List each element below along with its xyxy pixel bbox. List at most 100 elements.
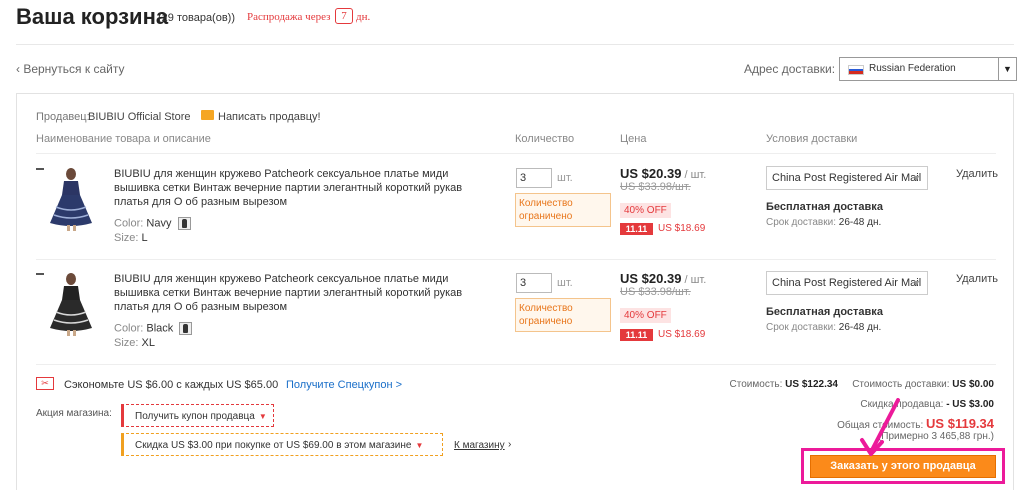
- promo-event-badge: 11.11: [620, 329, 653, 341]
- discount-badge: 40% OFF: [620, 308, 671, 323]
- get-seller-coupon-button[interactable]: Получить купон продавца ▼: [121, 404, 274, 427]
- unit-price: US $20.39 / шт.: [620, 166, 706, 181]
- delivery-time-label: Срок доставки:: [766, 217, 836, 228]
- color-label: Color:: [114, 322, 144, 335]
- seller-name[interactable]: BIUBIU Official Store: [88, 111, 191, 123]
- chevron-down-icon: ▼: [998, 58, 1016, 80]
- seller-discount-value: - US $3.00: [946, 399, 994, 410]
- get-seller-coupon-label: Получить купон продавца: [135, 411, 255, 422]
- remove-item-icon[interactable]: [36, 273, 44, 275]
- subtotal-label: Стоимость:: [729, 379, 783, 390]
- product-size: Size: XL: [114, 337, 155, 349]
- message-seller-link[interactable]: Написать продавцу!: [218, 111, 321, 123]
- product-thumbnail-navy-dress[interactable]: [46, 167, 96, 231]
- delete-item-button[interactable]: Удалить: [956, 168, 998, 180]
- size-label: Size:: [114, 232, 139, 244]
- size-label: Size:: [114, 337, 139, 349]
- delivery-address-select[interactable]: Russian Federation ▼: [839, 57, 1017, 81]
- free-shipping-label: Бесплатная доставка: [766, 201, 883, 213]
- chevron-right-icon: ›: [508, 439, 512, 450]
- order-total-value: US $119.34: [926, 416, 994, 431]
- color-value: Black: [146, 322, 174, 335]
- delivery-time-value: 26-48 дн.: [838, 217, 882, 228]
- shipping-cost: Стоимость доставки: US $0.00: [852, 379, 994, 390]
- shipping-cost-label: Стоимость доставки:: [852, 379, 950, 390]
- color-swatch-icon: [177, 217, 191, 230]
- promo-event-badge: 11.11: [620, 223, 653, 235]
- coupon-icon: ✂: [36, 377, 54, 390]
- quantity-input[interactable]: 3: [516, 168, 552, 188]
- store-promo-label: Акция магазина:: [36, 408, 112, 419]
- header-divider: [16, 44, 1014, 45]
- delivery-time: Срок доставки: 26-48 дн.: [766, 322, 881, 333]
- subtotal: Стоимость: US $122.34: [730, 379, 838, 390]
- delivery-time-label: Срок доставки:: [766, 322, 836, 333]
- quantity-limited-notice: Количество ограничено: [515, 193, 611, 227]
- sale-countdown-suffix: дн.: [356, 11, 371, 23]
- cart-item-count: (29 товара(ов)): [158, 12, 236, 24]
- get-special-coupon-link[interactable]: Получите Спецкупон >: [286, 379, 402, 391]
- chevron-down-icon: ▼: [912, 278, 921, 288]
- product-name[interactable]: BIUBIU для женщин кружево Patcheork секс…: [114, 272, 469, 314]
- shipping-method-select[interactable]: China Post Registered Air Mail ▼: [766, 271, 928, 295]
- seller-label: Продавец:: [36, 111, 90, 123]
- discount-badge: 40% OFF: [620, 203, 671, 218]
- quantity-input[interactable]: 3: [516, 273, 552, 293]
- seller-discount: Скидка продавца: - US $3.00: [860, 399, 994, 410]
- quantity-limited-notice: Количество ограничено: [515, 298, 611, 332]
- product-size: Size: L: [114, 232, 148, 244]
- color-value: Navy: [146, 217, 172, 230]
- delivery-time: Срок доставки: 26-48 дн.: [766, 217, 881, 228]
- size-value: L: [141, 232, 148, 244]
- promo-price: US $18.69: [658, 223, 706, 234]
- product-color: Color: Black: [114, 322, 193, 335]
- shipping-method-value: China Post Registered Air Mail: [772, 277, 922, 289]
- chevron-down-icon: ▼: [912, 173, 921, 183]
- store-discount-label: Скидка US $3.00 при покупке от US $69.00…: [135, 440, 412, 451]
- back-to-site-link[interactable]: ‹ Вернуться к сайту: [16, 62, 124, 76]
- order-total: Общая стоимость: US $119.34: [837, 416, 994, 431]
- envelope-icon: [201, 110, 214, 120]
- original-price: US $33.98/шт.: [620, 286, 691, 298]
- row-divider: [36, 153, 996, 154]
- shipping-cost-value: US $0.00: [952, 379, 994, 390]
- seller-discount-label: Скидка продавца:: [860, 399, 944, 410]
- column-header-product: Наименование товара и описание: [36, 133, 211, 145]
- remove-item-icon[interactable]: [36, 168, 44, 170]
- delete-item-button[interactable]: Удалить: [956, 273, 998, 285]
- shipping-method-select[interactable]: China Post Registered Air Mail ▼: [766, 166, 928, 190]
- to-store-link[interactable]: К магазину: [454, 440, 505, 451]
- sale-countdown-days: 7: [335, 8, 353, 24]
- promo-price: US $18.69: [658, 329, 706, 340]
- caret-down-icon: ▼: [258, 412, 267, 421]
- page-title: Ваша корзина: [16, 4, 169, 29]
- russia-flag-icon: [848, 65, 864, 75]
- quantity-unit: шт.: [557, 277, 573, 289]
- delivery-address-value: Russian Federation: [869, 63, 956, 74]
- size-value: XL: [141, 337, 155, 349]
- color-swatch-icon: [179, 322, 193, 335]
- column-header-shipping: Условия доставки: [766, 133, 858, 145]
- delivery-address-label: Адрес доставки:: [744, 62, 836, 76]
- save-coupon-text: Сэкономьте US $6.00 с каждых US $65.00: [64, 379, 279, 391]
- shipping-method-value: China Post Registered Air Mail: [772, 172, 922, 184]
- original-price: US $33.98/шт.: [620, 181, 691, 193]
- product-color: Color: Navy: [114, 217, 191, 230]
- subtotal-value: US $122.34: [785, 379, 838, 390]
- free-shipping-label: Бесплатная доставка: [766, 306, 883, 318]
- caret-down-icon: ▼: [415, 441, 424, 450]
- unit-price-suffix: / шт.: [681, 169, 707, 181]
- product-thumbnail-black-dress[interactable]: [46, 272, 96, 336]
- approx-total: (Примерно 3 465,88 грн.): [877, 431, 994, 442]
- column-header-quantity: Количество: [515, 133, 575, 145]
- delivery-time-value: 26-48 дн.: [838, 322, 882, 333]
- unit-price-value: US $20.39: [620, 271, 682, 286]
- unit-price-suffix: / шт.: [681, 274, 707, 286]
- store-discount-button[interactable]: Скидка US $3.00 при покупке от US $69.00…: [121, 433, 443, 456]
- order-total-label: Общая стоимость:: [837, 420, 924, 431]
- row-divider: [36, 364, 996, 365]
- column-header-price: Цена: [620, 133, 647, 145]
- row-divider: [36, 259, 996, 260]
- product-name[interactable]: BIUBIU для женщин кружево Patcheork секс…: [114, 167, 469, 209]
- color-label: Color:: [114, 217, 144, 230]
